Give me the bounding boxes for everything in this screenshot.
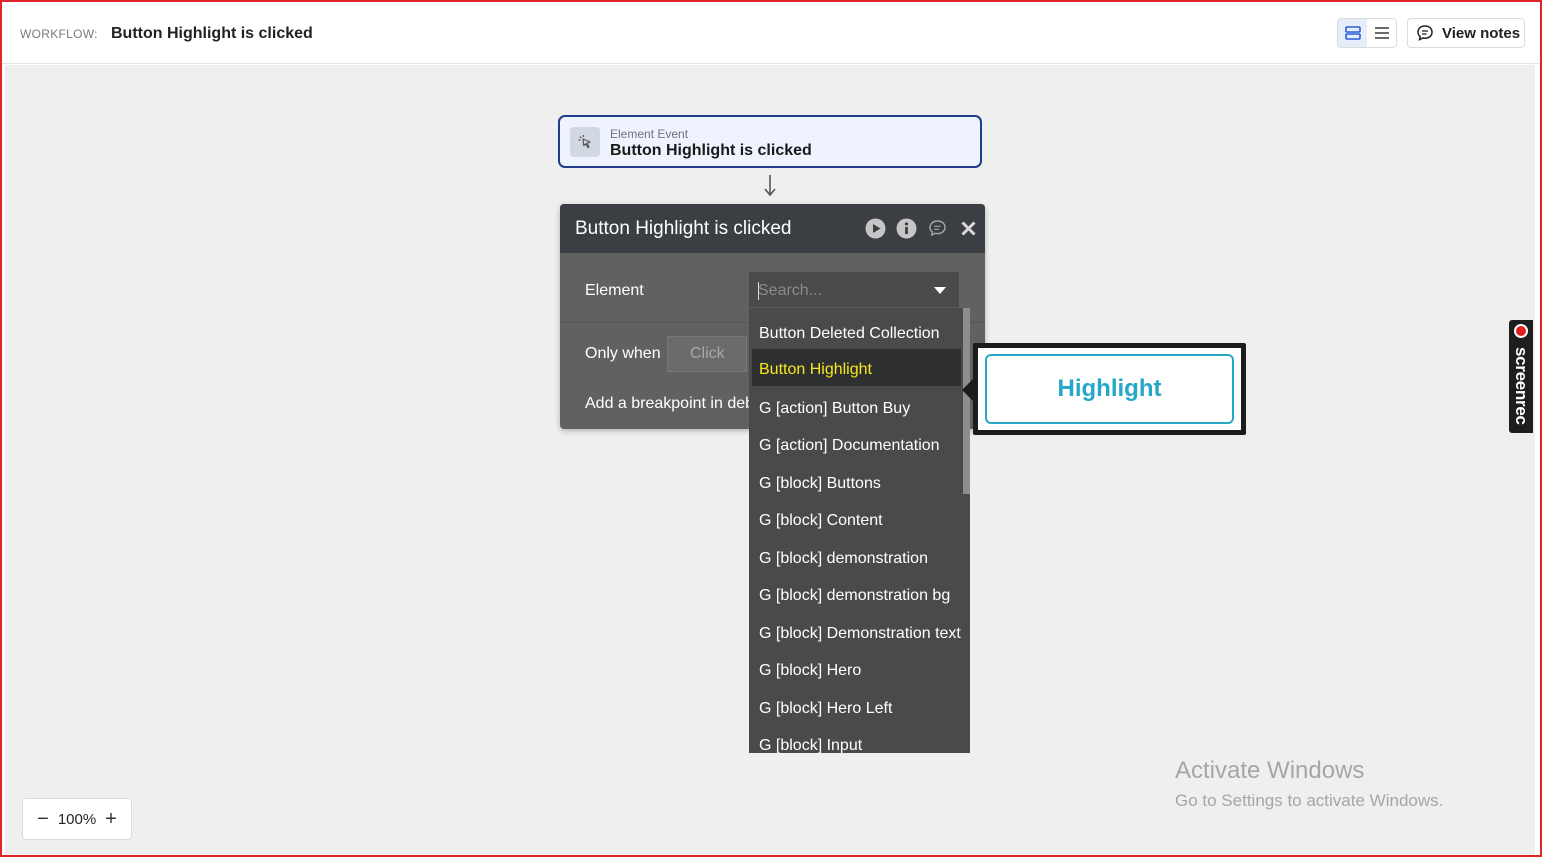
workflow-title: Button Highlight is clicked — [111, 25, 313, 42]
dropdown-item[interactable]: G [block] Input — [749, 725, 961, 753]
workflow-header: WORKFLOW: Button Highlight is clicked Vi… — [2, 2, 1540, 64]
dropdown-item[interactable]: G [block] Hero Left — [749, 688, 961, 725]
zoom-level: 100% — [57, 810, 97, 828]
element-dropdown-list[interactable]: Button Deleted Collection Button Highligh… — [749, 308, 970, 753]
workflow-label: WORKFLOW: — [20, 27, 98, 41]
panel-title: Button Highlight is clicked — [575, 218, 792, 239]
zoom-out-button[interactable]: − — [35, 809, 51, 829]
view-notes-label: View notes — [1442, 24, 1521, 42]
screenrec-label: screenrec — [1512, 347, 1531, 425]
zoom-control: − 100% + — [22, 798, 132, 840]
list-view-button[interactable] — [1367, 19, 1396, 47]
dropdown-item[interactable]: G [action] Documentation — [749, 425, 961, 462]
dropdown-item[interactable]: G [block] Buttons — [749, 463, 961, 500]
dropdown-item[interactable]: G [block] Demonstration text — [749, 613, 961, 650]
arrow-down-icon — [764, 175, 776, 197]
only-when-field[interactable]: Click — [667, 336, 747, 372]
list-view-icon — [1374, 27, 1389, 39]
play-button[interactable] — [865, 218, 886, 239]
event-type: Element Event — [610, 127, 689, 141]
dropdown-item[interactable]: G [block] Hero — [749, 650, 961, 687]
event-card[interactable]: Element Event Button Highlight is clicke… — [558, 115, 982, 168]
card-view-button[interactable] — [1338, 19, 1367, 47]
element-search-box[interactable] — [749, 272, 959, 308]
only-when-label: Only when — [585, 345, 661, 362]
comment-icon — [929, 220, 946, 237]
element-search-input[interactable] — [758, 278, 928, 304]
record-icon — [1514, 324, 1528, 338]
info-button[interactable] — [896, 218, 917, 239]
dropdown-item[interactable]: Button Highlight — [752, 349, 961, 386]
close-button[interactable] — [958, 218, 979, 239]
close-icon — [961, 221, 976, 236]
comment-icon — [1417, 25, 1433, 41]
preview-highlight-button: Highlight — [985, 354, 1234, 424]
dropdown-item[interactable]: G [block] demonstration — [749, 538, 961, 575]
card-view-icon — [1344, 26, 1361, 40]
panel-header: Button Highlight is clicked — [560, 204, 985, 253]
dropdown-item[interactable]: Button Deleted Collection — [749, 313, 961, 350]
view-toggle — [1337, 18, 1397, 48]
event-name: Button Highlight is clicked — [610, 142, 812, 159]
comment-button[interactable] — [927, 218, 948, 239]
activate-windows-subtitle: Go to Settings to activate Windows. — [1175, 791, 1444, 810]
play-icon — [865, 218, 886, 239]
dropdown-item[interactable]: G [action] Button Buy — [749, 388, 961, 425]
breakpoint-label[interactable]: Add a breakpoint in deb — [585, 395, 754, 413]
chevron-down-icon[interactable] — [934, 287, 946, 295]
dropdown-item[interactable]: G [block] demonstration bg — [749, 575, 961, 612]
dropdown-item[interactable]: G [block] Content — [749, 500, 961, 537]
cursor-click-icon — [570, 127, 600, 157]
zoom-in-button[interactable]: + — [103, 809, 119, 829]
screenrec-tab[interactable]: screenrec — [1509, 320, 1533, 433]
view-notes-button[interactable]: View notes — [1407, 18, 1525, 48]
activate-windows-title: Activate Windows — [1175, 757, 1365, 784]
element-label: Element — [585, 282, 644, 299]
info-icon — [896, 218, 917, 239]
